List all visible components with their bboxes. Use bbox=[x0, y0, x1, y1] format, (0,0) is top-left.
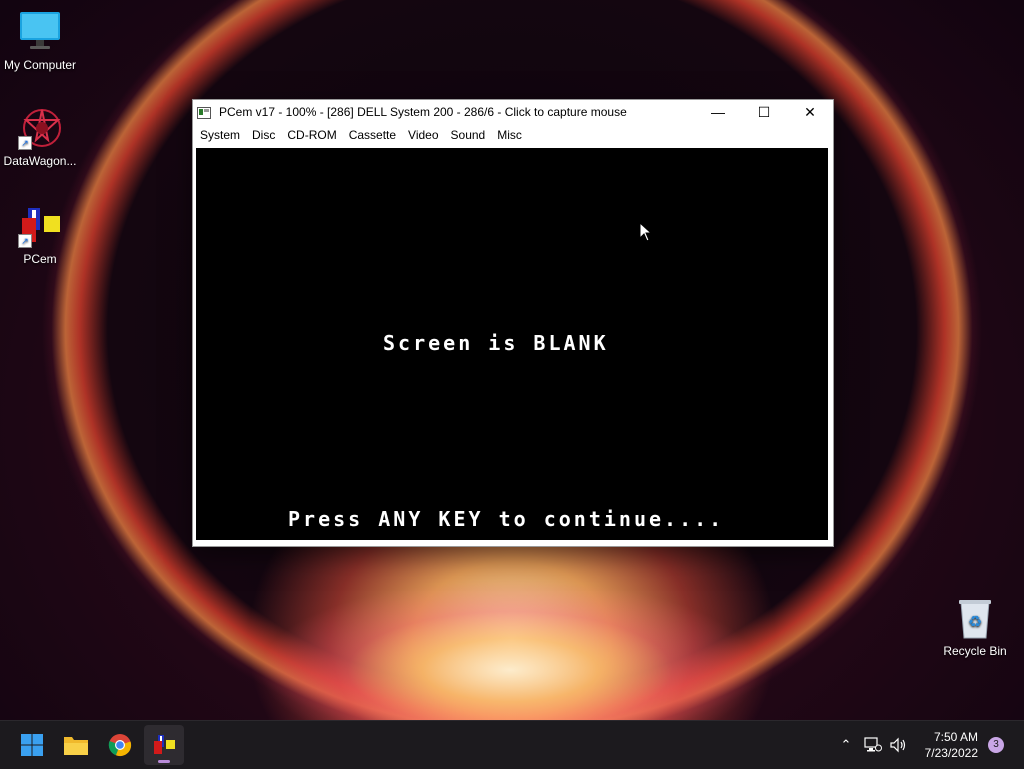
emulator-screen[interactable]: Screen is BLANK Press ANY KEY to continu… bbox=[196, 148, 828, 540]
taskbar: ⌃ 7:50 AM 7/23/2022 3 bbox=[0, 720, 1024, 769]
menu-disc[interactable]: Disc bbox=[247, 128, 282, 142]
minimize-button[interactable]: — bbox=[695, 100, 741, 124]
pcem-icon: ↗ bbox=[18, 204, 62, 248]
pcem-icon bbox=[154, 735, 175, 754]
pcem-window-icon bbox=[197, 106, 211, 119]
system-tray: ⌃ bbox=[836, 721, 908, 769]
close-button[interactable]: ✕ bbox=[787, 100, 833, 124]
desktop-icon-pcem[interactable]: ↗ PCem bbox=[0, 204, 80, 266]
desktop-icon-label: PCem bbox=[23, 252, 57, 266]
window-title: PCem v17 - 100% - [286] DELL System 200 … bbox=[219, 105, 627, 119]
menu-system[interactable]: System bbox=[195, 128, 247, 142]
notification-badge[interactable]: 3 bbox=[988, 737, 1004, 753]
taskbar-file-explorer[interactable] bbox=[56, 725, 96, 765]
pcem-window[interactable]: PCem v17 - 100% - [286] DELL System 200 … bbox=[192, 99, 834, 547]
taskbar-pcem[interactable] bbox=[144, 725, 184, 765]
menu-sound[interactable]: Sound bbox=[446, 128, 493, 142]
chrome-icon bbox=[108, 734, 132, 757]
shortcut-arrow-icon: ↗ bbox=[18, 234, 32, 248]
desktop-icon-label: My Computer bbox=[3, 58, 77, 72]
desktop-icon-my-computer[interactable]: My Computer bbox=[0, 10, 80, 72]
svg-text:♻: ♻ bbox=[968, 612, 982, 631]
window-titlebar[interactable]: PCem v17 - 100% - [286] DELL System 200 … bbox=[193, 100, 833, 124]
windows-start-icon bbox=[21, 734, 43, 756]
desktop-icon-label: DataWagon... bbox=[3, 154, 77, 168]
clock-date: 7/23/2022 bbox=[924, 746, 978, 760]
mouse-cursor-icon bbox=[639, 222, 653, 242]
wallpaper-glow bbox=[260, 560, 760, 720]
chevron-up-icon[interactable]: ⌃ bbox=[836, 737, 856, 753]
desktop-icon-recycle-bin[interactable]: ♻ Recycle Bin bbox=[935, 596, 1015, 658]
network-icon[interactable] bbox=[864, 737, 882, 753]
menubar: System Disc CD-ROM Cassette Video Sound … bbox=[193, 124, 833, 145]
clock-time: 7:50 AM bbox=[933, 730, 978, 744]
datawagon-icon: ↗ bbox=[18, 106, 62, 150]
volume-icon[interactable] bbox=[890, 737, 908, 753]
maximize-button[interactable]: ☐ bbox=[741, 100, 787, 124]
desktop-icon-label: Recycle Bin bbox=[943, 644, 1007, 658]
folder-icon bbox=[64, 737, 88, 755]
recycle-bin-icon: ♻ bbox=[953, 596, 997, 640]
menu-cd-rom[interactable]: CD-ROM bbox=[282, 128, 343, 142]
desktop-icon-datawagon[interactable]: ↗ DataWagon... bbox=[0, 106, 80, 168]
menu-cassette[interactable]: Cassette bbox=[344, 128, 403, 142]
start-button[interactable] bbox=[12, 725, 52, 765]
press-key-message: Press ANY KEY to continue.... bbox=[288, 507, 725, 531]
taskbar-chrome[interactable] bbox=[100, 725, 140, 765]
monitor-icon bbox=[18, 10, 62, 54]
active-app-indicator bbox=[158, 760, 170, 763]
menu-misc[interactable]: Misc bbox=[492, 128, 529, 142]
menu-video[interactable]: Video bbox=[403, 128, 445, 142]
shortcut-arrow-icon: ↗ bbox=[18, 136, 32, 150]
screen-blank-message: Screen is BLANK bbox=[383, 331, 609, 355]
clock[interactable]: 7:50 AM 7/23/2022 bbox=[925, 729, 978, 761]
